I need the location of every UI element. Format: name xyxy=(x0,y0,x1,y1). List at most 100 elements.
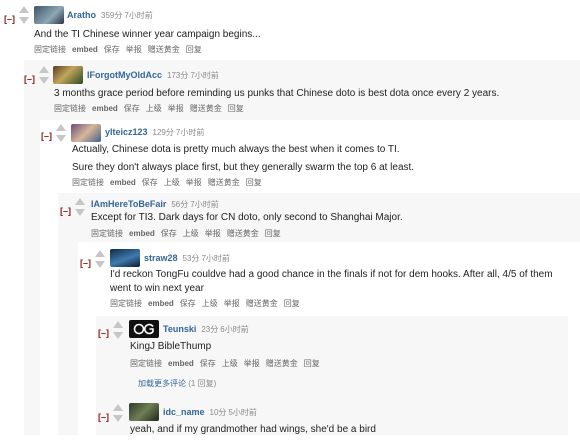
downvote-icon[interactable] xyxy=(39,77,49,84)
permalink-button[interactable]: 固定链接 xyxy=(91,229,123,238)
comment-text: Except for TI3. Dark days for CN doto, o… xyxy=(91,212,403,223)
permalink-button[interactable]: 固定链接 xyxy=(72,178,104,187)
reply-button[interactable]: 回复 xyxy=(284,299,300,308)
report-button[interactable]: 举报 xyxy=(186,178,202,187)
timestamp: 7小时前 xyxy=(190,71,219,80)
collapse-toggle[interactable]: [–] xyxy=(41,131,52,141)
avatar xyxy=(129,403,159,421)
author-link[interactable]: ylteicz123 xyxy=(105,127,148,137)
permalink-button[interactable]: 固定链接 xyxy=(54,104,86,113)
tagline: idc_name 10分 5小时前 xyxy=(163,406,257,419)
og-logo-avatar xyxy=(129,320,159,338)
collapse-toggle[interactable]: [–] xyxy=(24,74,35,84)
vote-arrows xyxy=(74,198,86,216)
comment-text: I'd reckon TongFu couldve had a good cha… xyxy=(110,269,553,294)
comment-text: Actually, Chinese dota is pretty much al… xyxy=(72,144,400,155)
embed-button[interactable]: embed xyxy=(72,45,98,54)
downvote-icon[interactable] xyxy=(75,209,85,216)
author-link[interactable]: idc_name xyxy=(163,407,205,417)
permalink-button[interactable]: 固定链接 xyxy=(110,299,142,308)
embed-button[interactable]: embed xyxy=(168,359,194,368)
og-logo-icon xyxy=(133,323,154,335)
permalink-button[interactable]: 固定链接 xyxy=(34,45,66,54)
score: 10分 xyxy=(209,408,227,417)
save-button[interactable]: 保存 xyxy=(104,45,120,54)
load-more-label[interactable]: 加载更多评论 xyxy=(138,379,186,388)
author-link[interactable]: straw28 xyxy=(144,253,178,263)
gild-button[interactable]: 赠送黄金 xyxy=(190,104,222,113)
load-more-count: (1 回复) xyxy=(188,379,217,388)
report-button[interactable]: 举报 xyxy=(168,104,184,113)
comment-actions: 固定链接 embed 保存 上级 举报 赠送黄金 回复 xyxy=(72,178,268,188)
report-button[interactable]: 举报 xyxy=(224,299,240,308)
downvote-icon[interactable] xyxy=(113,332,123,339)
report-button[interactable]: 举报 xyxy=(205,229,221,238)
parent-button[interactable]: 上级 xyxy=(146,104,162,113)
timestamp: 5小时前 xyxy=(228,408,257,417)
collapse-toggle[interactable]: [–] xyxy=(80,258,91,268)
report-button[interactable]: 举报 xyxy=(126,45,142,54)
gild-button[interactable]: 赠送黄金 xyxy=(246,299,278,308)
author-link[interactable]: Aratho xyxy=(67,10,96,20)
vote-arrows xyxy=(38,66,50,84)
collapse-toggle[interactable]: [–] xyxy=(98,328,109,338)
collapse-toggle[interactable]: [–] xyxy=(4,14,15,24)
comment-text: 3 months grace period before reminding u… xyxy=(54,88,500,99)
upvote-icon[interactable] xyxy=(19,6,29,13)
save-button[interactable]: 保存 xyxy=(161,229,177,238)
gild-button[interactable]: 赠送黄金 xyxy=(148,45,180,54)
parent-button[interactable]: 上级 xyxy=(183,229,199,238)
permalink-button[interactable]: 固定链接 xyxy=(130,359,162,368)
tagline: straw28 53分 7小时前 xyxy=(144,252,230,265)
parent-button[interactable]: 上级 xyxy=(164,178,180,187)
reply-button[interactable]: 回复 xyxy=(304,359,320,368)
parent-button[interactable]: 上级 xyxy=(202,299,218,308)
collapse-toggle[interactable]: [–] xyxy=(98,412,109,422)
upvote-icon[interactable] xyxy=(113,321,123,328)
downvote-icon[interactable] xyxy=(56,135,66,142)
avatar xyxy=(34,6,64,24)
comment-text: Sure they don't always place first, but … xyxy=(72,162,415,173)
parent-button[interactable]: 上级 xyxy=(222,359,238,368)
comment-body: I'd reckon TongFu couldve had a good cha… xyxy=(110,268,565,301)
save-button[interactable]: 保存 xyxy=(124,104,140,113)
timestamp: 7小时前 xyxy=(201,254,230,263)
embed-button[interactable]: embed xyxy=(92,104,118,113)
upvote-icon[interactable] xyxy=(95,250,105,257)
embed-button[interactable]: embed xyxy=(148,299,174,308)
save-button[interactable]: 保存 xyxy=(180,299,196,308)
score: 53分 xyxy=(182,254,200,263)
upvote-icon[interactable] xyxy=(113,404,123,411)
gild-button[interactable]: 赠送黄金 xyxy=(266,359,298,368)
save-button[interactable]: 保存 xyxy=(142,178,158,187)
report-button[interactable]: 举报 xyxy=(244,359,260,368)
upvote-icon[interactable] xyxy=(39,66,49,73)
downvote-icon[interactable] xyxy=(95,261,105,268)
gild-button[interactable]: 赠送黄金 xyxy=(208,178,240,187)
reply-button[interactable]: 回复 xyxy=(186,45,202,54)
upvote-icon[interactable] xyxy=(56,124,66,131)
vote-arrows xyxy=(112,321,124,339)
vote-arrows xyxy=(94,250,106,268)
upvote-icon[interactable] xyxy=(75,198,85,205)
author-link[interactable]: Teunski xyxy=(163,324,196,334)
author-link[interactable]: IAmHereToBeFair xyxy=(91,199,166,209)
reply-button[interactable]: 回复 xyxy=(246,178,262,187)
downvote-icon[interactable] xyxy=(19,17,29,24)
embed-button[interactable]: embed xyxy=(110,178,136,187)
timestamp: 7小时前 xyxy=(124,11,153,20)
embed-button[interactable]: embed xyxy=(129,229,155,238)
comment-body: Except for TI3. Dark days for CN doto, o… xyxy=(91,211,571,230)
collapse-toggle[interactable]: [–] xyxy=(60,206,71,216)
author-link[interactable]: IForgotMyOldAcc xyxy=(87,70,162,80)
reply-button[interactable]: 回复 xyxy=(228,104,244,113)
comment-body: KingJ BibleThump xyxy=(130,340,550,359)
gild-button[interactable]: 赠送黄金 xyxy=(227,229,259,238)
tagline: ylteicz123 129分 7小时前 xyxy=(105,126,204,139)
load-more-comments[interactable]: 加载更多评论 (1 回复) xyxy=(138,378,216,389)
save-button[interactable]: 保存 xyxy=(200,359,216,368)
comment-actions: 固定链接 embed 保存 上级 举报 赠送黄金 回复 xyxy=(130,359,326,369)
downvote-icon[interactable] xyxy=(113,415,123,422)
vote-arrows xyxy=(55,124,67,142)
reply-button[interactable]: 回复 xyxy=(265,229,281,238)
